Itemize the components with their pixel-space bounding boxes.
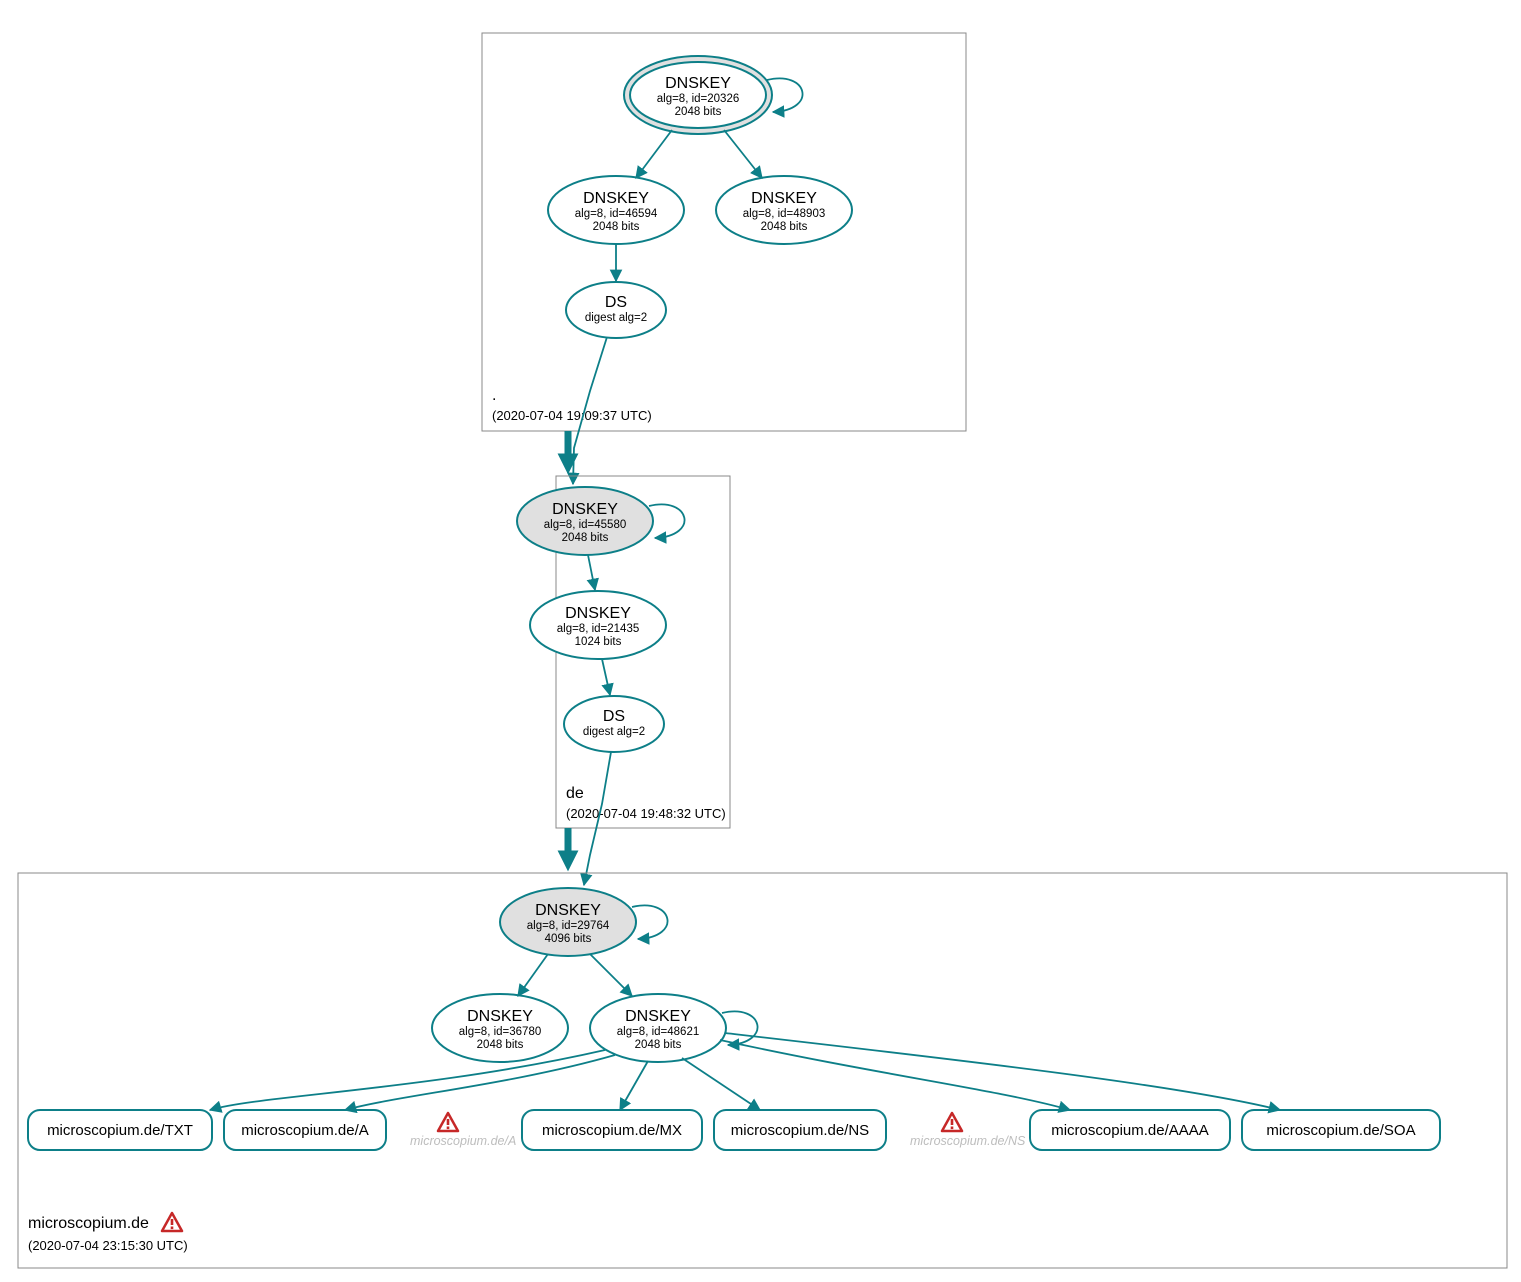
- warning-icon: [942, 1113, 962, 1131]
- zone-de: de (2020-07-04 19:48:32 UTC) DNSKEY alg=…: [517, 476, 730, 828]
- node-root-zsk2: DNSKEY alg=8, id=48903 2048 bits: [716, 176, 852, 244]
- svg-text:alg=8, id=20326: alg=8, id=20326: [657, 93, 740, 105]
- rr-a-warn: microscopium.de/A: [410, 1113, 516, 1148]
- svg-text:alg=8, id=21435: alg=8, id=21435: [557, 623, 640, 635]
- zone-de-ts: (2020-07-04 19:48:32 UTC): [566, 806, 726, 821]
- rr-aaaa: microscopium.de/AAAA: [1030, 1110, 1230, 1150]
- svg-text:2048 bits: 2048 bits: [675, 106, 722, 118]
- svg-text:microscopium.de/MX: microscopium.de/MX: [542, 1122, 682, 1139]
- zone-root-name: .: [492, 387, 496, 404]
- svg-text:2048 bits: 2048 bits: [593, 221, 640, 233]
- svg-text:DS: DS: [603, 708, 625, 725]
- svg-text:DS: DS: [605, 294, 627, 311]
- svg-text:digest alg=2: digest alg=2: [585, 312, 647, 324]
- node-domain-zsk1: DNSKEY alg=8, id=36780 2048 bits: [432, 994, 568, 1062]
- svg-text:2048 bits: 2048 bits: [562, 532, 609, 544]
- warning-icon: [438, 1113, 458, 1131]
- svg-text:microscopium.de/NS: microscopium.de/NS: [731, 1122, 869, 1139]
- zone-domain-ts: (2020-07-04 23:15:30 UTC): [28, 1238, 188, 1253]
- rr-a: microscopium.de/A: [224, 1110, 386, 1150]
- node-domain-zsk2: DNSKEY alg=8, id=48621 2048 bits: [590, 994, 726, 1062]
- svg-text:microscopium.de/SOA: microscopium.de/SOA: [1266, 1122, 1415, 1139]
- svg-text:alg=8, id=45580: alg=8, id=45580: [544, 519, 627, 531]
- node-root-ds: DS digest alg=2: [566, 282, 666, 338]
- svg-text:microscopium.de/A: microscopium.de/A: [410, 1134, 516, 1148]
- rr-soa: microscopium.de/SOA: [1242, 1110, 1440, 1150]
- svg-text:microscopium.de/AAAA: microscopium.de/AAAA: [1051, 1122, 1209, 1139]
- svg-text:DNSKEY: DNSKEY: [583, 190, 649, 207]
- warning-icon: [162, 1213, 182, 1231]
- node-domain-ksk: DNSKEY alg=8, id=29764 4096 bits: [500, 888, 636, 956]
- node-root-ksk: DNSKEY alg=8, id=20326 2048 bits: [624, 56, 772, 134]
- svg-text:alg=8, id=48903: alg=8, id=48903: [743, 208, 826, 220]
- svg-text:4096 bits: 4096 bits: [545, 933, 592, 945]
- svg-text:DNSKEY: DNSKEY: [565, 605, 631, 622]
- svg-text:alg=8, id=29764: alg=8, id=29764: [527, 920, 610, 932]
- svg-text:alg=8, id=48621: alg=8, id=48621: [617, 1026, 700, 1038]
- node-de-ds: DS digest alg=2: [564, 696, 664, 752]
- svg-text:DNSKEY: DNSKEY: [665, 75, 731, 92]
- svg-text:DNSKEY: DNSKEY: [625, 1008, 691, 1025]
- zone-root: . (2020-07-04 19:09:37 UTC) DNSKEY alg=8…: [482, 33, 966, 431]
- zone-root-ts: (2020-07-04 19:09:37 UTC): [492, 408, 652, 423]
- zone-domain-name: microscopium.de: [28, 1215, 149, 1232]
- svg-text:2048 bits: 2048 bits: [761, 221, 808, 233]
- svg-text:alg=8, id=46594: alg=8, id=46594: [575, 208, 658, 220]
- rr-ns: microscopium.de/NS: [714, 1110, 886, 1150]
- svg-text:DNSKEY: DNSKEY: [467, 1008, 533, 1025]
- svg-text:microscopium.de/TXT: microscopium.de/TXT: [47, 1122, 193, 1139]
- zone-domain: microscopium.de (2020-07-04 23:15:30 UTC…: [18, 873, 1507, 1268]
- svg-text:digest alg=2: digest alg=2: [583, 726, 645, 738]
- rr-ns-warn: microscopium.de/NS: [910, 1113, 1026, 1148]
- dnssec-diagram: . (2020-07-04 19:09:37 UTC) DNSKEY alg=8…: [0, 0, 1521, 1282]
- node-de-zsk: DNSKEY alg=8, id=21435 1024 bits: [530, 591, 666, 659]
- svg-text:DNSKEY: DNSKEY: [535, 902, 601, 919]
- svg-text:2048 bits: 2048 bits: [635, 1039, 682, 1051]
- rr-txt: microscopium.de/TXT: [28, 1110, 212, 1150]
- svg-text:microscopium.de/A: microscopium.de/A: [241, 1122, 369, 1139]
- node-root-zsk1: DNSKEY alg=8, id=46594 2048 bits: [548, 176, 684, 244]
- svg-text:alg=8, id=36780: alg=8, id=36780: [459, 1026, 542, 1038]
- svg-text:1024 bits: 1024 bits: [575, 636, 622, 648]
- zone-de-name: de: [566, 785, 584, 802]
- svg-text:microscopium.de/NS: microscopium.de/NS: [910, 1134, 1026, 1148]
- svg-text:DNSKEY: DNSKEY: [552, 501, 618, 518]
- node-de-ksk: DNSKEY alg=8, id=45580 2048 bits: [517, 487, 653, 555]
- rr-mx: microscopium.de/MX: [522, 1110, 702, 1150]
- svg-text:2048 bits: 2048 bits: [477, 1039, 524, 1051]
- svg-text:DNSKEY: DNSKEY: [751, 190, 817, 207]
